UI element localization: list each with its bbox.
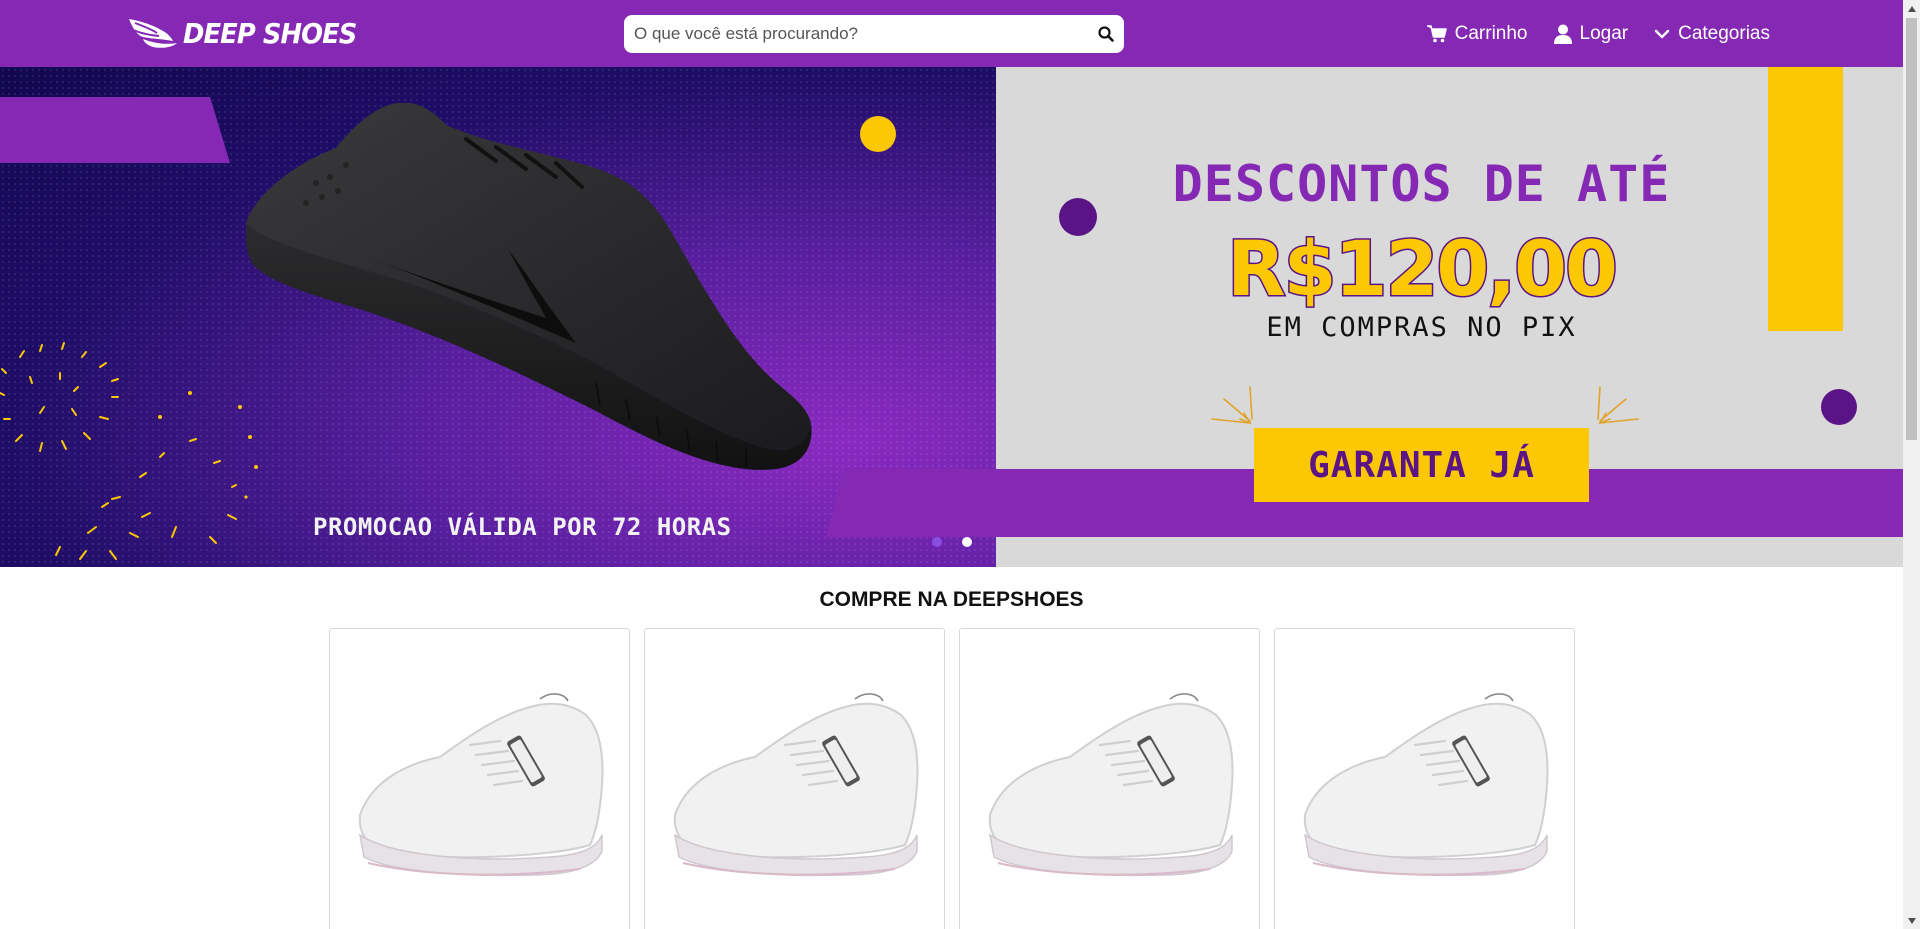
caret-down-icon <box>1907 917 1916 924</box>
decor-circle-yellow <box>860 116 896 152</box>
cart-link[interactable]: Carrinho <box>1426 22 1528 45</box>
scroll-thumb[interactable] <box>1906 18 1917 440</box>
scroll-up-arrow[interactable] <box>1903 0 1920 17</box>
search-input[interactable] <box>624 15 1088 53</box>
white-sneaker-image <box>988 693 1233 877</box>
categories-dropdown[interactable]: Categorias <box>1654 23 1770 45</box>
categories-label: Categorias <box>1678 22 1770 44</box>
chevron-down-icon <box>1654 29 1670 38</box>
promo-price: R$120,00 <box>1226 223 1620 315</box>
decor-circle-purple <box>1821 389 1857 425</box>
white-sneaker-image <box>673 693 918 877</box>
products-section-title: COMPRE NA DEEPSHOES <box>819 588 1084 611</box>
product-card[interactable] <box>644 628 945 929</box>
white-sneaker-image <box>1303 693 1548 877</box>
header-nav: Carrinho Logar Categorias <box>1426 0 1770 67</box>
user-icon <box>1553 24 1572 44</box>
search-icon <box>1098 26 1114 42</box>
white-sneaker-image <box>358 693 603 877</box>
carousel-indicators <box>932 537 972 547</box>
search-bar <box>624 15 1124 53</box>
hero-shoe-image <box>246 103 812 470</box>
product-card[interactable] <box>959 628 1260 929</box>
cart-icon <box>1426 24 1447 42</box>
brand-logo[interactable]: DEEP SHOES <box>127 14 371 52</box>
cart-label: Carrinho <box>1454 22 1528 44</box>
promo-subline: EM COMPRAS NO PIX <box>1266 312 1577 343</box>
promo-carousel[interactable]: DESCONTOS DE ATÉ R$120,00 EM COMPRAS NO … <box>0 67 1903 567</box>
login-link[interactable]: Logar <box>1553 22 1629 45</box>
search-button[interactable] <box>1088 16 1124 52</box>
carousel-dot-2[interactable] <box>962 537 972 547</box>
product-card[interactable] <box>1274 628 1575 929</box>
fireworks-decoration <box>0 342 258 560</box>
login-label: Logar <box>1579 22 1629 44</box>
carousel-dot-1[interactable] <box>932 537 942 547</box>
brand-name: DEEP SHOES <box>183 16 357 50</box>
caret-up-icon <box>1907 5 1916 12</box>
promo-headline: DESCONTOS DE ATÉ <box>1172 155 1671 213</box>
decor-strip-top <box>0 97 230 163</box>
product-grid <box>329 628 1575 929</box>
promo-validity: PROMOCAO VÁLIDA POR 72 HORAS <box>313 513 732 541</box>
product-card[interactable] <box>329 628 630 929</box>
scroll-down-arrow[interactable] <box>1903 912 1920 929</box>
top-navbar: DEEP SHOES Carrinho Logar <box>0 0 1903 67</box>
page-scrollbar[interactable] <box>1903 0 1920 929</box>
sparks-decoration <box>1597 386 1639 425</box>
cta-button[interactable]: GARANTA JÁ <box>1254 428 1589 502</box>
wing-logo-icon <box>129 19 177 48</box>
